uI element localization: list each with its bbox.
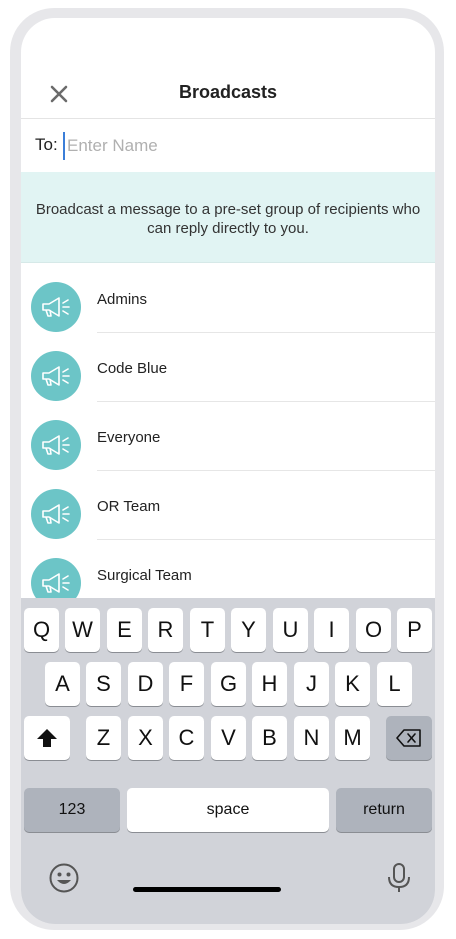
list-item[interactable]: Everyone bbox=[21, 401, 435, 471]
key-x[interactable]: X bbox=[128, 716, 163, 760]
page-title: Broadcasts bbox=[178, 82, 278, 102]
key-j[interactable]: J bbox=[294, 662, 329, 706]
avatar bbox=[31, 420, 81, 470]
numbers-key[interactable]: 123 bbox=[24, 788, 120, 832]
avatar bbox=[31, 282, 81, 332]
home-indicator bbox=[133, 887, 281, 892]
megaphone-icon bbox=[42, 504, 70, 524]
microphone-icon bbox=[388, 863, 410, 892]
recipient-row: To: bbox=[21, 118, 435, 173]
list-item[interactable]: OR Team bbox=[21, 470, 435, 540]
key-q[interactable]: Q bbox=[24, 608, 59, 652]
megaphone-icon bbox=[42, 435, 70, 455]
to-label: To: bbox=[35, 135, 58, 154]
key-n[interactable]: N bbox=[294, 716, 329, 760]
key-a[interactable]: A bbox=[45, 662, 80, 706]
list-item[interactable]: Admins bbox=[21, 263, 435, 333]
key-s[interactable]: S bbox=[86, 662, 121, 706]
key-g[interactable]: G bbox=[211, 662, 246, 706]
keyboard: Q W E R T Y U I O P A S D F G H J K L Z … bbox=[21, 598, 435, 924]
shift-key[interactable] bbox=[24, 716, 70, 760]
key-d[interactable]: D bbox=[128, 662, 163, 706]
banner-text: Broadcast a message to a pre-set group o… bbox=[35, 201, 421, 237]
list-item-label: OR Team bbox=[97, 498, 161, 515]
key-m[interactable]: M bbox=[335, 716, 370, 760]
megaphone-icon bbox=[42, 573, 70, 593]
key-f[interactable]: F bbox=[169, 662, 204, 706]
dictation-button[interactable] bbox=[386, 862, 412, 894]
list-item-label: Surgical Team bbox=[97, 567, 192, 584]
list-item-label: Code Blue bbox=[97, 360, 168, 377]
key-b[interactable]: B bbox=[252, 716, 287, 760]
key-l[interactable]: L bbox=[377, 662, 412, 706]
header: Broadcasts bbox=[21, 18, 435, 119]
key-z[interactable]: Z bbox=[86, 716, 121, 760]
key-u[interactable]: U bbox=[273, 608, 308, 652]
app-screen: Broadcasts To: Broadcast a message to a … bbox=[21, 18, 435, 924]
info-banner: Broadcast a message to a pre-set group o… bbox=[21, 172, 435, 263]
key-t[interactable]: T bbox=[190, 608, 225, 652]
space-key[interactable]: space bbox=[127, 788, 329, 832]
key-o[interactable]: O bbox=[356, 608, 391, 652]
key-c[interactable]: C bbox=[169, 716, 204, 760]
key-p[interactable]: P bbox=[397, 608, 432, 652]
key-w[interactable]: W bbox=[65, 608, 100, 652]
key-y[interactable]: Y bbox=[231, 608, 266, 652]
emoji-button[interactable] bbox=[48, 862, 80, 894]
shift-arrow-icon bbox=[37, 729, 57, 747]
list-item-label: Everyone bbox=[97, 429, 161, 446]
key-i[interactable]: I bbox=[314, 608, 349, 652]
emoji-icon bbox=[49, 863, 79, 893]
recipient-input[interactable] bbox=[63, 132, 419, 160]
megaphone-icon bbox=[42, 366, 70, 386]
key-e[interactable]: E bbox=[107, 608, 142, 652]
avatar bbox=[31, 489, 81, 539]
key-h[interactable]: H bbox=[252, 662, 287, 706]
list-item-label: Admins bbox=[97, 291, 148, 308]
key-r[interactable]: R bbox=[148, 608, 183, 652]
backspace-icon bbox=[396, 729, 421, 747]
key-k[interactable]: K bbox=[335, 662, 370, 706]
list-item[interactable]: Code Blue bbox=[21, 332, 435, 402]
megaphone-icon bbox=[42, 297, 70, 317]
avatar bbox=[31, 351, 81, 401]
return-key[interactable]: return bbox=[336, 788, 432, 832]
delete-key[interactable] bbox=[386, 716, 432, 760]
key-v[interactable]: V bbox=[211, 716, 246, 760]
